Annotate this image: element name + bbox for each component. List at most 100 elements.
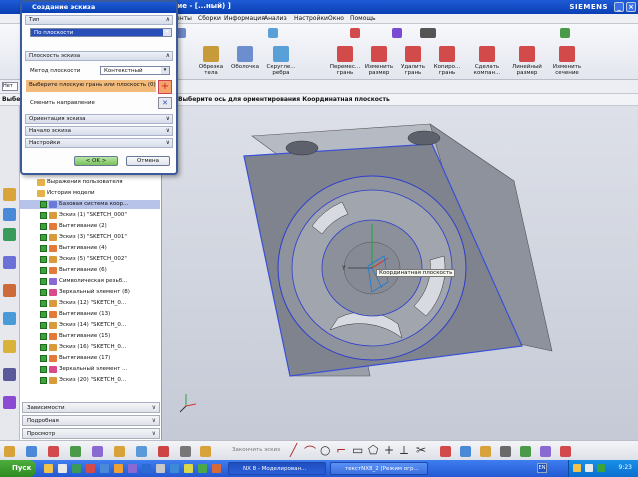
visibility-checkbox[interactable]	[28, 179, 35, 186]
toolbar-icon[interactable]	[520, 446, 531, 457]
start-button[interactable]: Пуск	[0, 460, 36, 477]
tree-folder[interactable]: История модели	[20, 189, 160, 198]
make-coplanar-button[interactable]: Сделать компан...	[470, 46, 504, 76]
plane-method-select[interactable]: Контекстный ▾	[100, 66, 170, 75]
tray-icon[interactable]	[573, 464, 581, 472]
minimize-icon[interactable]: _	[614, 2, 624, 12]
feature-row[interactable]: Вытягивание (15)	[20, 332, 160, 341]
feature-row[interactable]: Вытягивание (4)	[20, 244, 160, 253]
delete-face-button[interactable]: Удалить грань	[396, 46, 430, 76]
toolbar-icon[interactable]	[268, 28, 278, 38]
constraint-navigator-icon[interactable]	[3, 228, 16, 241]
close-icon[interactable]: ×	[626, 2, 636, 12]
quicklaunch-icon[interactable]	[212, 464, 221, 473]
task-document[interactable]: текстNX8_2 [Режим огр...	[330, 462, 428, 475]
change-section-button[interactable]: Изменить сечение	[550, 46, 584, 76]
toolbar-icon[interactable]	[136, 446, 147, 457]
resize-button[interactable]: Изменить размер	[362, 46, 396, 76]
feature-row[interactable]: Зеркальный элемент (8)	[20, 288, 160, 297]
linear-dimension-button[interactable]: Линейный размер	[510, 46, 544, 76]
section-settings[interactable]: Настройки ∨	[25, 138, 173, 148]
trim-body-button[interactable]: Обрезка тела	[194, 46, 228, 76]
feature-row[interactable]: Эскиз (14) "SKETCH_0...	[20, 321, 160, 330]
rectangle-icon[interactable]: ▭	[352, 443, 363, 457]
toolbar-icon[interactable]	[114, 446, 125, 457]
menu-item-preferences[interactable]: Настройки	[294, 15, 328, 22]
quicklaunch-icon[interactable]	[114, 464, 123, 473]
quicklaunch-icon[interactable]	[128, 464, 137, 473]
feature-row[interactable]: Эскиз (5) "SKETCH_002"	[20, 255, 160, 264]
quicklaunch-icon[interactable]	[86, 464, 95, 473]
point-icon[interactable]: +	[384, 443, 394, 457]
section-type[interactable]: Тип ∧	[25, 15, 173, 25]
shell-button[interactable]: Оболочка	[228, 46, 262, 70]
section-preview[interactable]: Просмотр ∨	[22, 428, 160, 439]
hole[interactable]	[285, 140, 319, 156]
feature-row[interactable]: Базовая система коор...	[20, 200, 160, 209]
toolbar-icon[interactable]	[70, 446, 81, 457]
palette-icon[interactable]	[3, 340, 16, 353]
circle-icon[interactable]: ○	[320, 443, 330, 457]
feature-row[interactable]: Эскиз (20) "SKETCH_0...	[20, 376, 160, 385]
toolbar-icon[interactable]	[180, 446, 191, 457]
language-indicator[interactable]: EN	[537, 463, 547, 473]
process-icon[interactable]	[3, 368, 16, 381]
feature-row[interactable]: Символическая резьб...	[20, 277, 160, 286]
visibility-checkbox[interactable]	[40, 267, 47, 274]
menu-item-information[interactable]: Информация	[224, 15, 265, 22]
toolbar-icon[interactable]	[4, 446, 15, 457]
toolbar-icon[interactable]	[26, 446, 37, 457]
feature-row[interactable]: Эскиз (16) "SKETCH_0...	[20, 343, 160, 352]
toolbar-icon[interactable]	[460, 446, 471, 457]
assembly-navigator-icon[interactable]	[3, 208, 16, 221]
toolbar-icon[interactable]	[48, 446, 59, 457]
line-icon[interactable]: ╱	[290, 443, 297, 457]
part-navigator-icon[interactable]	[3, 188, 16, 201]
hole[interactable]	[407, 130, 441, 146]
visibility-checkbox[interactable]	[40, 322, 47, 329]
fillet-icon[interactable]: ⌐	[336, 443, 346, 457]
toolbar-icon[interactable]	[540, 446, 551, 457]
crosshair-icon[interactable]: +	[158, 80, 172, 94]
toolbar-icon[interactable]	[480, 446, 491, 457]
toolbar-icon[interactable]	[440, 446, 451, 457]
toolbar-icon[interactable]	[350, 28, 360, 38]
cancel-button[interactable]: Отмена	[126, 156, 170, 166]
visibility-checkbox[interactable]	[40, 223, 47, 230]
visibility-checkbox[interactable]	[40, 344, 47, 351]
feature-row[interactable]: Зеркальный элемент ...	[20, 365, 160, 374]
section-sketch-plane[interactable]: Плоскость эскиза ∧	[25, 51, 173, 61]
quicklaunch-icon[interactable]	[44, 464, 53, 473]
feature-row[interactable]: Вытягивание (13)	[20, 310, 160, 319]
toolbar-icon[interactable]	[420, 28, 436, 38]
feature-row[interactable]: Эскиз (3) "SKETCH_001"	[20, 233, 160, 242]
graphics-viewport[interactable]: Y Координатная плоскость	[162, 106, 638, 440]
visibility-checkbox[interactable]	[40, 234, 47, 241]
feature-row[interactable]: Вытягивание (6)	[20, 266, 160, 275]
roles-icon[interactable]	[3, 312, 16, 325]
toolbar-icon[interactable]	[158, 446, 169, 457]
menu-item-window[interactable]: Окно	[328, 15, 344, 22]
trim-icon[interactable]: ✂	[416, 443, 426, 457]
quicklaunch-icon[interactable]	[170, 464, 179, 473]
menu-item-tools[interactable]: енты	[176, 15, 192, 22]
edge-blend-button[interactable]: Скругле... ребра	[264, 46, 298, 76]
toolbar-icon[interactable]	[92, 446, 103, 457]
visibility-checkbox[interactable]	[40, 278, 47, 285]
quicklaunch-icon[interactable]	[184, 464, 193, 473]
quicklaunch-icon[interactable]	[72, 464, 81, 473]
visibility-checkbox[interactable]	[40, 377, 47, 384]
toolbar-icon[interactable]	[200, 446, 211, 457]
visibility-checkbox[interactable]	[40, 212, 47, 219]
polygon-icon[interactable]: ⬠	[368, 443, 378, 457]
dialog-title-bar[interactable]: Создание эскиза	[22, 2, 176, 13]
task-nx8[interactable]: NX 8 - Моделирован...	[228, 462, 326, 475]
section-sketch-origin[interactable]: Начало эскиза ∨	[25, 126, 173, 136]
visibility-checkbox[interactable]	[40, 366, 47, 373]
visibility-checkbox[interactable]	[40, 289, 47, 296]
menu-item-analysis[interactable]: Анализ	[264, 15, 287, 22]
quicklaunch-icon[interactable]	[156, 464, 165, 473]
copy-face-button[interactable]: Копиро... грань	[430, 46, 464, 76]
select-face-row[interactable]: Выберите плоскую грань или плоскость (0)	[26, 80, 156, 92]
toolbar-icon[interactable]	[500, 446, 511, 457]
